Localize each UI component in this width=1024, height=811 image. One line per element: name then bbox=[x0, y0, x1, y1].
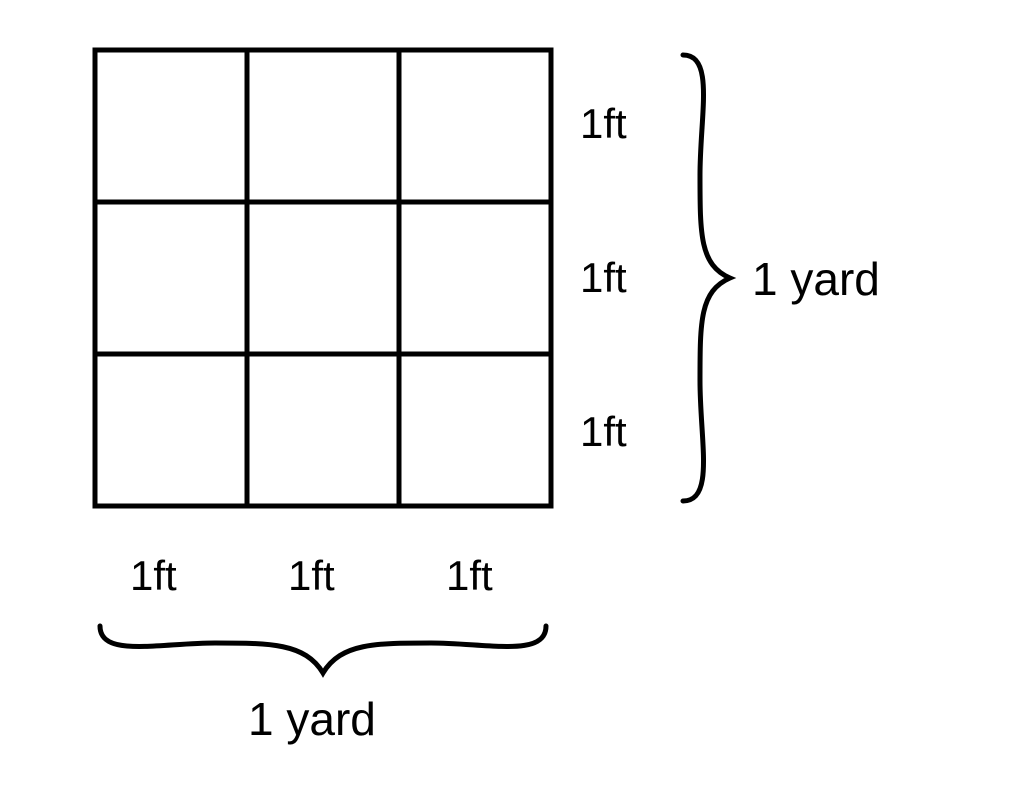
bottom-col-2-label: 1ft bbox=[288, 552, 335, 600]
right-row-3-label: 1ft bbox=[580, 408, 627, 456]
bottom-col-1-label: 1ft bbox=[130, 552, 177, 600]
right-row-2-label: 1ft bbox=[580, 254, 627, 302]
bottom-brace bbox=[100, 626, 546, 673]
bottom-col-3-label: 1ft bbox=[446, 552, 493, 600]
grid-and-braces-svg bbox=[0, 0, 1024, 811]
right-brace bbox=[683, 55, 730, 501]
bottom-total-label: 1 yard bbox=[248, 692, 376, 746]
diagram-stage: 1ft 1ft 1ft 1 yard 1ft 1ft 1ft 1 yard bbox=[0, 0, 1024, 811]
right-row-1-label: 1ft bbox=[580, 100, 627, 148]
grid bbox=[95, 50, 551, 506]
right-total-label: 1 yard bbox=[752, 252, 880, 306]
